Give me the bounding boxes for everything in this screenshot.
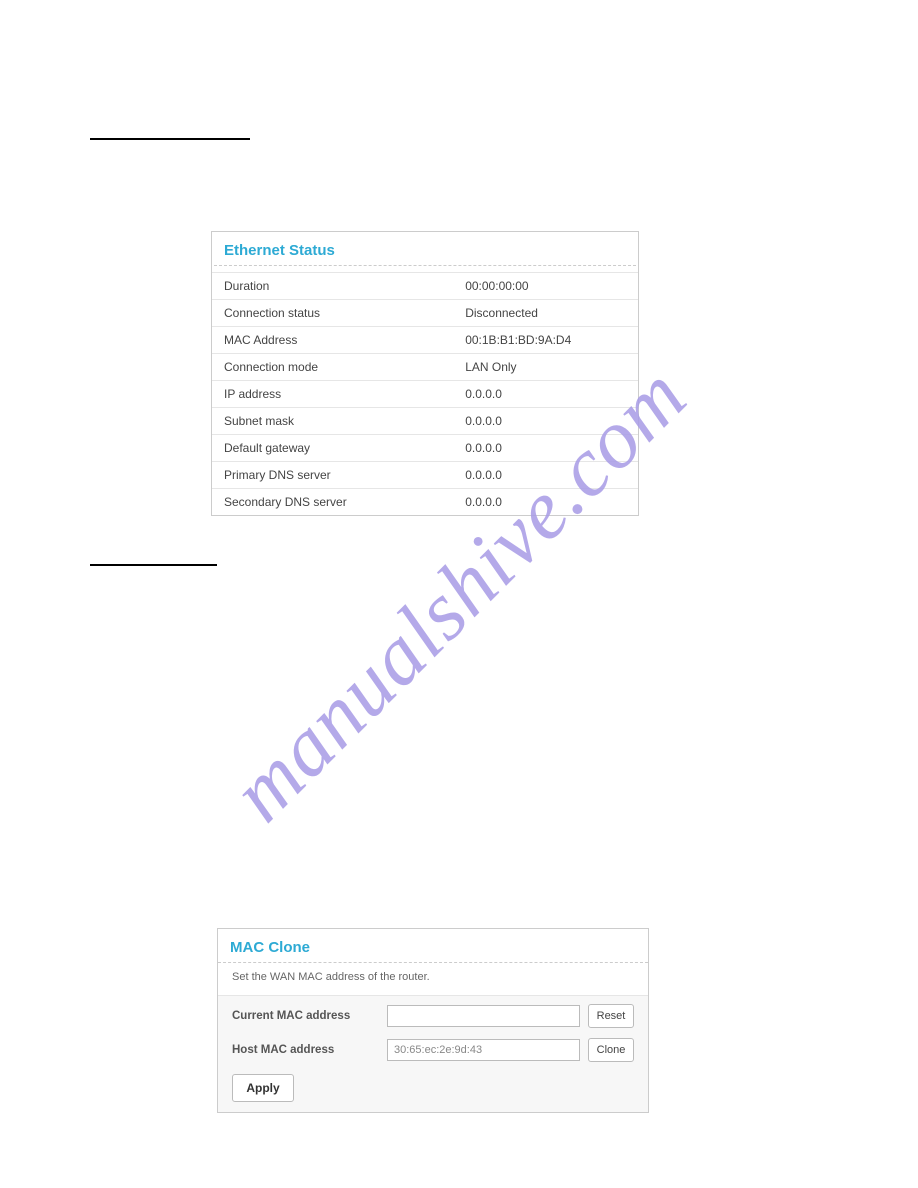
status-value: 0.0.0.0: [465, 387, 626, 401]
mac-clone-description: Set the WAN MAC address of the router.: [218, 963, 648, 996]
status-label: Connection mode: [224, 360, 465, 374]
host-mac-row: Host MAC address Clone: [218, 1030, 648, 1064]
status-label: Default gateway: [224, 441, 465, 455]
reset-button[interactable]: Reset: [588, 1004, 634, 1028]
host-mac-input[interactable]: [387, 1039, 580, 1061]
host-mac-label: Host MAC address: [232, 1044, 387, 1056]
status-label: Secondary DNS server: [224, 495, 465, 509]
status-row-default-gateway: Default gateway 0.0.0.0: [212, 434, 638, 461]
status-row-ip-address: IP address 0.0.0.0: [212, 380, 638, 407]
status-value: Disconnected: [465, 306, 626, 320]
status-value: 00:1B:B1:BD:9A:D4: [465, 333, 626, 347]
panel-title: MAC Clone: [218, 929, 648, 962]
status-value: 0.0.0.0: [465, 468, 626, 482]
status-value: LAN Only: [465, 360, 626, 374]
status-value: 0.0.0.0: [465, 441, 626, 455]
status-label: MAC Address: [224, 333, 465, 347]
dashed-separator: [214, 265, 636, 266]
status-label: Connection status: [224, 306, 465, 320]
status-value: 0.0.0.0: [465, 414, 626, 428]
status-row-connection-mode: Connection mode LAN Only: [212, 353, 638, 380]
mac-clone-panel: MAC Clone Set the WAN MAC address of the…: [217, 928, 649, 1113]
current-mac-row: Current MAC address Reset: [218, 996, 648, 1030]
status-value: 00:00:00:00: [465, 279, 626, 293]
status-label: Subnet mask: [224, 414, 465, 428]
status-row-primary-dns: Primary DNS server 0.0.0.0: [212, 461, 638, 488]
status-row-duration: Duration 00:00:00:00: [212, 272, 638, 299]
status-row-connection-status: Connection status Disconnected: [212, 299, 638, 326]
status-label: IP address: [224, 387, 465, 401]
apply-row: Apply: [218, 1064, 648, 1102]
status-label: Primary DNS server: [224, 468, 465, 482]
page: manualshive.com Ethernet Status Duration…: [0, 0, 918, 1188]
panel-title: Ethernet Status: [212, 232, 638, 265]
current-mac-label: Current MAC address: [232, 1010, 387, 1022]
status-row-secondary-dns: Secondary DNS server 0.0.0.0: [212, 488, 638, 515]
status-row-mac-address: MAC Address 00:1B:B1:BD:9A:D4: [212, 326, 638, 353]
current-mac-input[interactable]: [387, 1005, 580, 1027]
ethernet-status-panel: Ethernet Status Duration 00:00:00:00 Con…: [211, 231, 639, 516]
section-heading-mac-clone: [90, 564, 217, 566]
status-row-subnet-mask: Subnet mask 0.0.0.0: [212, 407, 638, 434]
status-label: Duration: [224, 279, 465, 293]
apply-button[interactable]: Apply: [232, 1074, 294, 1102]
clone-button[interactable]: Clone: [588, 1038, 634, 1062]
section-heading-ethernet-status: [90, 138, 250, 140]
status-value: 0.0.0.0: [465, 495, 626, 509]
